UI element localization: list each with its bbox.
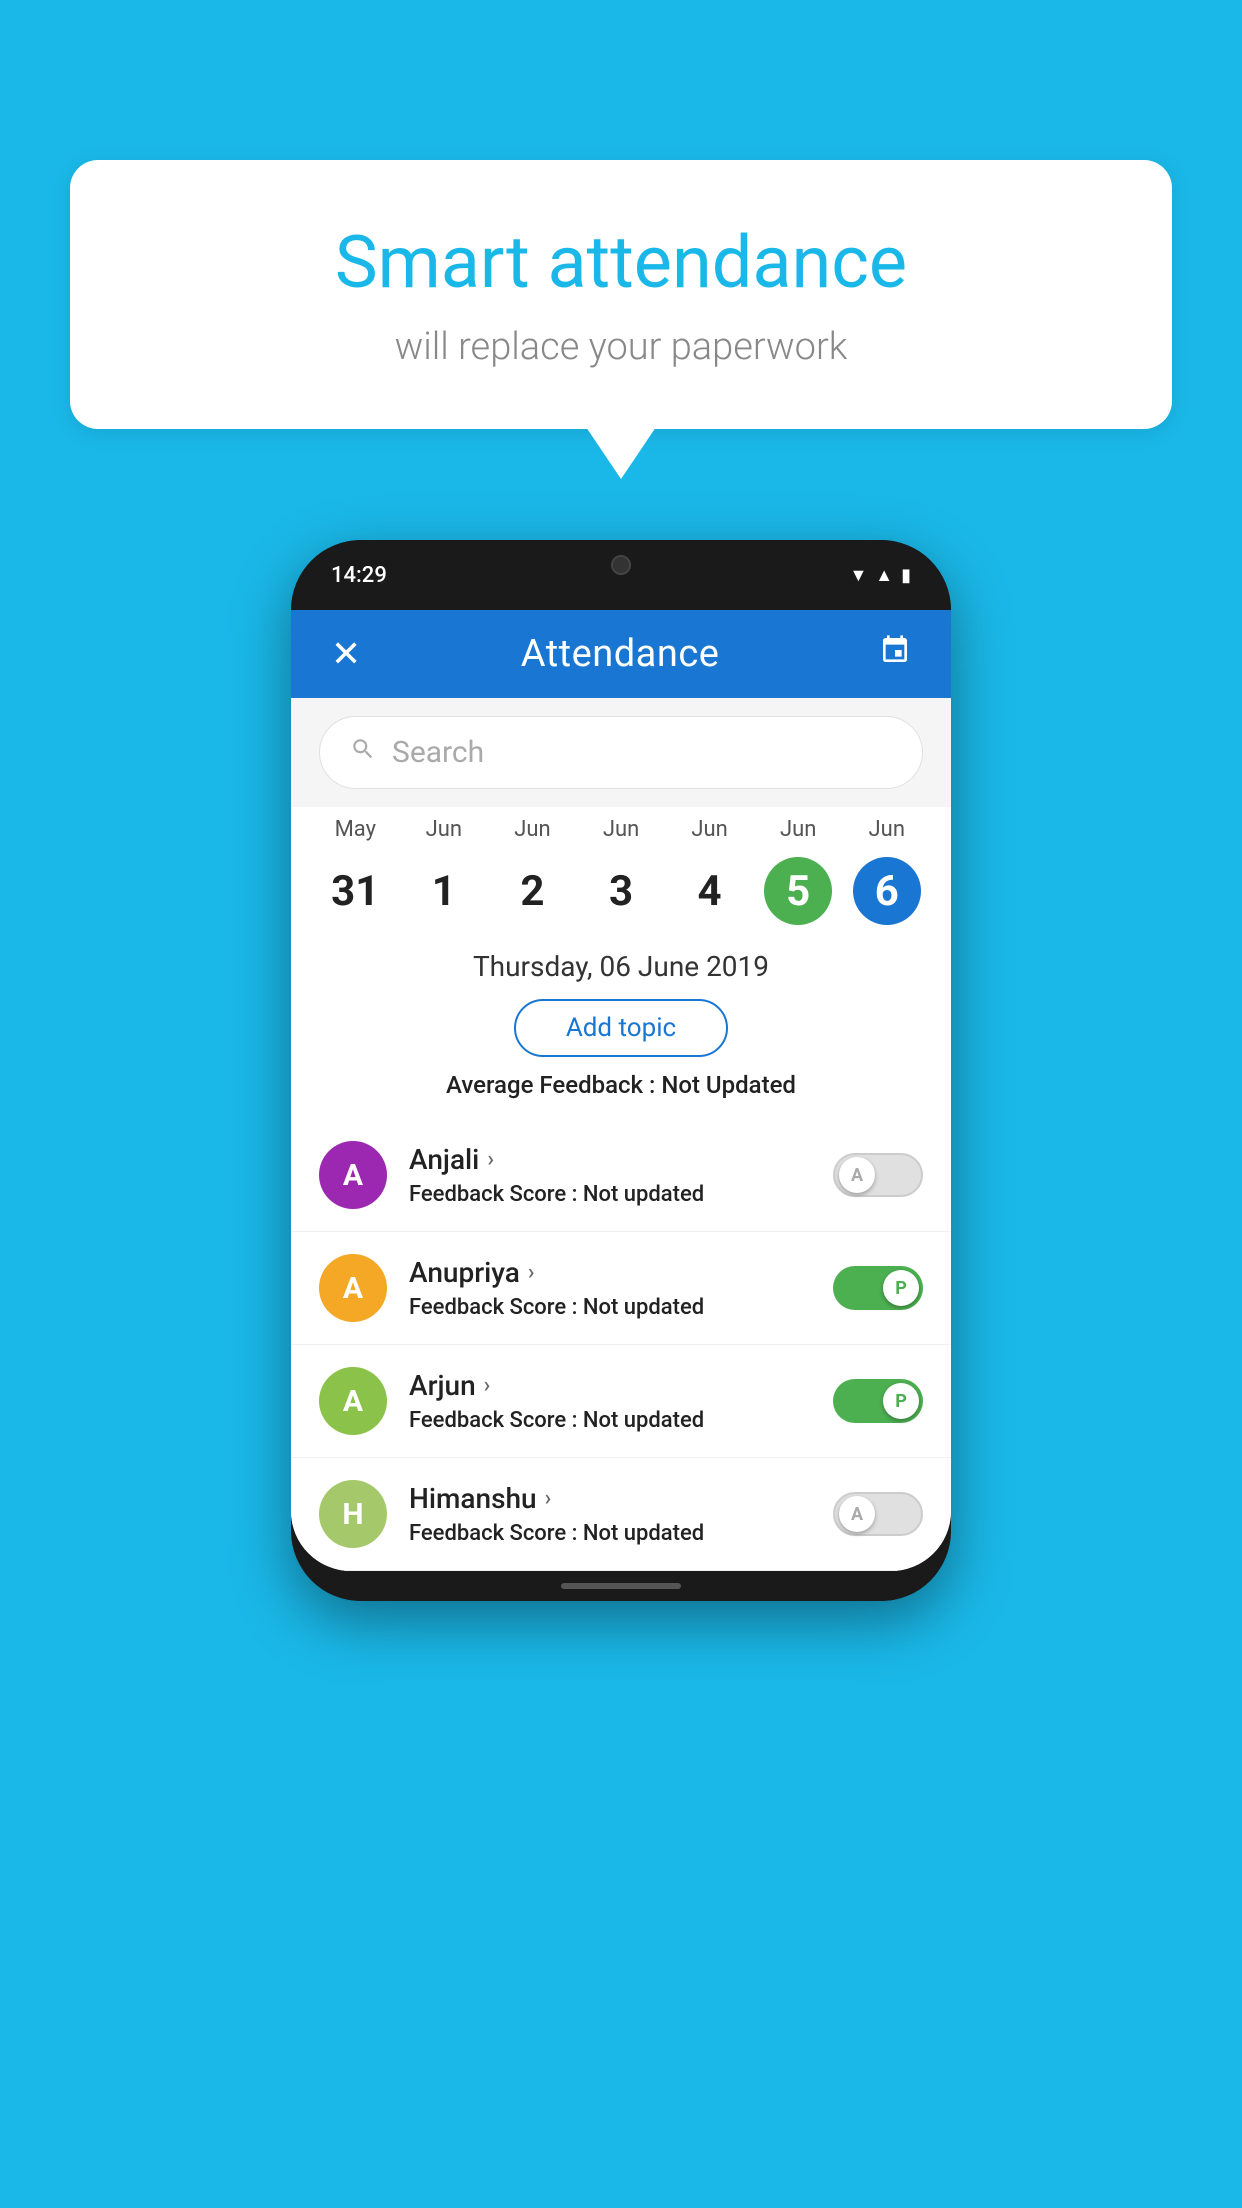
chevron-right-icon: › [528, 1260, 535, 1285]
calendar-month-cell: Jun [754, 817, 843, 842]
average-feedback-label: Average Feedback : Not Updated [311, 1071, 931, 1099]
student-info: Himanshu › Feedback Score : Not updated [409, 1482, 811, 1546]
calendar-months-row: May Jun Jun Jun Jun Jun Jun [291, 807, 951, 847]
student-name[interactable]: Anupriya › [409, 1256, 811, 1289]
status-time: 14:29 [331, 563, 387, 588]
search-bar[interactable]: Search [319, 716, 923, 789]
month-label: Jun [603, 817, 639, 842]
day-number[interactable]: 2 [498, 857, 566, 925]
day-number[interactable]: 4 [676, 857, 744, 925]
calendar-day-cell[interactable]: 1 [400, 857, 489, 925]
month-label: May [335, 817, 376, 842]
signal-icon: ▲ [875, 565, 893, 586]
student-info: Arjun › Feedback Score : Not updated [409, 1369, 811, 1433]
toggle-thumb: A [839, 1496, 875, 1532]
calendar-icon[interactable] [879, 634, 911, 674]
app-content: ✕ Attendance Search [291, 610, 951, 1571]
attendance-toggle[interactable]: P [833, 1266, 923, 1310]
app-title: Attendance [521, 632, 720, 676]
month-label: Jun [691, 817, 727, 842]
status-bar: 14:29 ▼ ▲ ▮ [291, 540, 951, 610]
wifi-icon: ▼ [849, 565, 867, 586]
toggle-thumb: A [839, 1157, 875, 1193]
day-number[interactable]: 1 [410, 857, 478, 925]
toggle-thumb: P [883, 1270, 919, 1306]
feedback-score: Feedback Score : Not updated [409, 1295, 811, 1320]
calendar-month-cell: Jun [577, 817, 666, 842]
search-placeholder: Search [392, 735, 484, 770]
search-container: Search [291, 698, 951, 807]
calendar-month-cell: Jun [400, 817, 489, 842]
feedback-score: Feedback Score : Not updated [409, 1408, 811, 1433]
student-info: Anupriya › Feedback Score : Not updated [409, 1256, 811, 1320]
chevron-right-icon: › [545, 1486, 552, 1511]
home-indicator [561, 1583, 681, 1589]
month-label: Jun [426, 817, 462, 842]
avatar: A [319, 1141, 387, 1209]
calendar-day-cell[interactable]: 2 [488, 857, 577, 925]
avatar: A [319, 1367, 387, 1435]
day-number[interactable]: 5 [764, 857, 832, 925]
feedback-value: Not Updated [661, 1071, 796, 1099]
close-button[interactable]: ✕ [331, 633, 361, 675]
calendar-month-cell: Jun [842, 817, 931, 842]
attendance-toggle[interactable]: A [833, 1492, 923, 1536]
student-item[interactable]: H Himanshu › Feedback Score : Not update… [291, 1458, 951, 1571]
phone-container: 14:29 ▼ ▲ ▮ ✕ Attendance [291, 540, 951, 1601]
toggle-switch[interactable]: A [833, 1492, 923, 1536]
calendar-day-cell[interactable]: 5 [754, 857, 843, 925]
calendar-month-cell: May [311, 817, 400, 842]
month-label: Jun [780, 817, 816, 842]
toggle-thumb: P [883, 1383, 919, 1419]
chevron-right-icon: › [484, 1373, 491, 1398]
calendar-day-cell[interactable]: 6 [842, 857, 931, 925]
student-info: Anjali › Feedback Score : Not updated [409, 1143, 811, 1207]
attendance-toggle[interactable]: P [833, 1379, 923, 1423]
calendar-month-cell: Jun [665, 817, 754, 842]
selected-date-label: Thursday, 06 June 2019 [311, 950, 931, 983]
toggle-switch[interactable]: A [833, 1153, 923, 1197]
student-item[interactable]: A Anjali › Feedback Score : Not updated … [291, 1119, 951, 1232]
day-number[interactable]: 3 [587, 857, 655, 925]
calendar-days-row: 31 123456 [291, 847, 951, 930]
phone-mockup: 14:29 ▼ ▲ ▮ ✕ Attendance [291, 540, 951, 1601]
student-name[interactable]: Anjali › [409, 1143, 811, 1176]
speech-subtitle: will replace your paperwork [140, 325, 1102, 369]
student-list: A Anjali › Feedback Score : Not updated … [291, 1119, 951, 1571]
student-item[interactable]: A Arjun › Feedback Score : Not updated P [291, 1345, 951, 1458]
student-item[interactable]: A Anupriya › Feedback Score : Not update… [291, 1232, 951, 1345]
add-topic-button[interactable]: Add topic [514, 999, 728, 1057]
toggle-switch[interactable]: P [833, 1379, 923, 1423]
student-name[interactable]: Arjun › [409, 1369, 811, 1402]
speech-bubble-container: Smart attendance will replace your paper… [70, 160, 1172, 429]
avatar: A [319, 1254, 387, 1322]
chevron-right-icon: › [487, 1147, 494, 1172]
status-icons: ▼ ▲ ▮ [849, 565, 911, 586]
day-number[interactable]: 6 [853, 857, 921, 925]
avatar: H [319, 1480, 387, 1548]
speech-bubble: Smart attendance will replace your paper… [70, 160, 1172, 429]
calendar-day-cell[interactable]: 3 [577, 857, 666, 925]
feedback-score: Feedback Score : Not updated [409, 1521, 811, 1546]
calendar-month-cell: Jun [488, 817, 577, 842]
month-label: Jun [869, 817, 905, 842]
bottom-bar [291, 1571, 951, 1601]
app-header: ✕ Attendance [291, 610, 951, 698]
feedback-score: Feedback Score : Not updated [409, 1182, 811, 1207]
student-name[interactable]: Himanshu › [409, 1482, 811, 1515]
day-number[interactable]: 31 [321, 857, 389, 925]
notch [556, 540, 686, 590]
camera [611, 555, 631, 575]
calendar-day-cell[interactable]: 4 [665, 857, 754, 925]
calendar-day-cell[interactable]: 31 [311, 857, 400, 925]
speech-title: Smart attendance [140, 220, 1102, 305]
date-info: Thursday, 06 June 2019 Add topic Average… [291, 930, 951, 1119]
month-label: Jun [514, 817, 550, 842]
attendance-toggle[interactable]: A [833, 1153, 923, 1197]
toggle-switch[interactable]: P [833, 1266, 923, 1310]
search-icon [350, 736, 376, 769]
battery-icon: ▮ [901, 565, 911, 586]
